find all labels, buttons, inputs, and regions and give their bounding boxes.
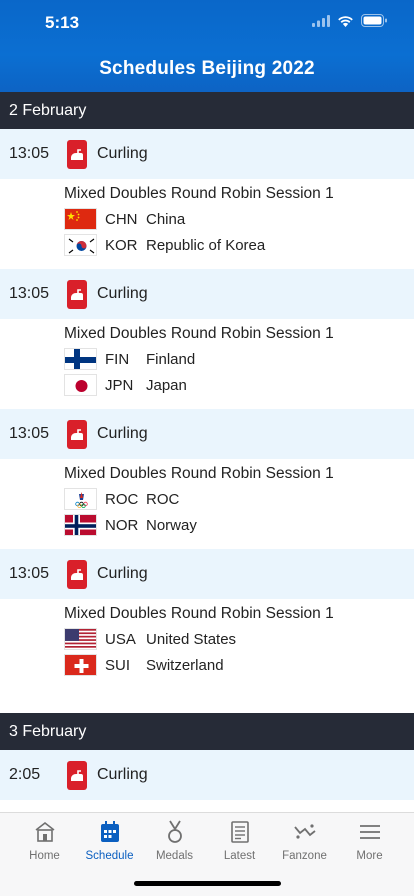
- team-row[interactable]: JPN Japan: [64, 372, 414, 398]
- team-code: SUI: [105, 656, 131, 674]
- team-row[interactable]: KOR Republic of Korea: [64, 232, 414, 258]
- china-flag-icon: [64, 208, 97, 230]
- tab-latest[interactable]: Latest: [205, 819, 274, 862]
- team-row[interactable]: NOR Norway: [64, 512, 414, 538]
- team-code: NOR: [105, 516, 139, 534]
- team-name: ROC: [146, 490, 180, 508]
- event-card[interactable]: 13:05 Curling Mixed Doubles Round Robin …: [0, 129, 414, 269]
- event-header[interactable]: 13:05 Curling: [0, 409, 414, 459]
- team-code: KOR: [105, 236, 138, 254]
- switzerland-flag-icon: [64, 654, 97, 676]
- status-icons: [312, 14, 388, 27]
- status-time: 5:13: [45, 13, 80, 32]
- event-title: Mixed Doubles Round Robin Session 1: [64, 465, 334, 482]
- event-details: Mixed Doubles Round Robin Session 1 ROC …: [0, 459, 414, 549]
- roc-flag-icon: [64, 488, 97, 510]
- event-header[interactable]: 2:05 Curling: [0, 750, 414, 800]
- tab-fanzone[interactable]: Fanzone: [270, 819, 339, 862]
- curling-icon: [67, 139, 87, 169]
- tab-medals[interactable]: Medals: [140, 819, 209, 862]
- team-code: FIN: [105, 350, 130, 368]
- calendar-icon: [100, 821, 119, 842]
- team-name: China: [146, 210, 186, 228]
- team-row[interactable]: USA United States: [64, 626, 414, 652]
- tab-schedule[interactable]: Schedule: [75, 819, 144, 862]
- tab-label: Fanzone: [282, 850, 327, 862]
- home-icon: [35, 821, 54, 842]
- menu-icon: [359, 825, 380, 839]
- team-row[interactable]: FIN Finland: [64, 346, 414, 372]
- event-details: Mixed Doubles Round Robin Session 1 USA …: [0, 599, 414, 689]
- home-indicator: [134, 881, 281, 886]
- curling-icon: [67, 279, 87, 309]
- team-row[interactable]: SUI Switzerland: [64, 652, 414, 678]
- norway-flag-icon: [64, 514, 97, 536]
- tab-label: More: [356, 850, 383, 862]
- event-time: 13:05: [9, 425, 50, 442]
- spacer: [0, 689, 414, 713]
- wifi-icon: [338, 15, 353, 27]
- tab-home[interactable]: Home: [10, 819, 79, 862]
- event-time: 2:05: [9, 766, 41, 783]
- battery-icon: [361, 14, 387, 27]
- curling-icon: [67, 760, 87, 790]
- team-name: Republic of Korea: [146, 236, 266, 254]
- team-code: USA: [105, 630, 136, 648]
- fanzone-icon: [293, 824, 316, 839]
- event-details: Mixed Doubles Round Robin Session 1 CHN …: [0, 179, 414, 269]
- team-name: Japan: [146, 376, 187, 394]
- event-title: Mixed Doubles Round Robin Session 1: [64, 185, 334, 202]
- tab-label: Home: [29, 850, 60, 862]
- event-header[interactable]: 13:05 Curling: [0, 269, 414, 319]
- usa-flag-icon: [64, 628, 97, 650]
- sport-name: Curling: [97, 145, 148, 162]
- signal-icon: [312, 14, 330, 27]
- event-title: Mixed Doubles Round Robin Session 1: [64, 605, 334, 622]
- document-icon: [230, 821, 249, 843]
- team-code: CHN: [105, 210, 138, 228]
- event-title: Mixed Doubles Round Robin Session 1: [64, 325, 334, 342]
- date-header: 3 February: [0, 713, 414, 750]
- tab-label: Schedule: [85, 850, 134, 862]
- event-time: 13:05: [9, 145, 50, 162]
- page-title: Schedules Beijing 2022: [99, 58, 315, 79]
- team-code: JPN: [105, 376, 134, 394]
- finland-flag-icon: [64, 348, 97, 370]
- korea-flag-icon: [64, 234, 97, 256]
- team-name: Switzerland: [146, 656, 224, 674]
- event-details: Mixed Doubles Round Robin Session 1 FIN …: [0, 319, 414, 409]
- team-name: Finland: [146, 350, 196, 368]
- team-row[interactable]: CHN China: [64, 206, 414, 232]
- team-name: Norway: [146, 516, 197, 534]
- event-card[interactable]: 2:05 Curling: [0, 750, 414, 800]
- event-card[interactable]: 13:05 Curling Mixed Doubles Round Robin …: [0, 409, 414, 549]
- team-code: ROC: [105, 490, 139, 508]
- event-header[interactable]: 13:05 Curling: [0, 129, 414, 179]
- sport-name: Curling: [97, 565, 148, 582]
- event-card[interactable]: 13:05 Curling Mixed Doubles Round Robin …: [0, 269, 414, 409]
- curling-icon: [67, 559, 87, 589]
- medal-icon: [167, 820, 182, 843]
- tab-label: Latest: [223, 850, 256, 862]
- tab-more[interactable]: More: [335, 819, 404, 862]
- event-time: 13:05: [9, 285, 50, 302]
- curling-icon: [67, 419, 87, 449]
- event-time: 13:05: [9, 565, 50, 582]
- sport-name: Curling: [97, 285, 148, 302]
- sport-name: Curling: [97, 766, 148, 783]
- japan-flag-icon: [64, 374, 97, 396]
- event-card[interactable]: 13:05 Curling Mixed Doubles Round Robin …: [0, 549, 414, 689]
- sport-name: Curling: [97, 425, 148, 442]
- tab-label: Medals: [155, 850, 194, 862]
- event-header[interactable]: 13:05 Curling: [0, 549, 414, 599]
- team-row[interactable]: ROC ROC: [64, 486, 414, 512]
- date-header: 2 February: [0, 92, 414, 129]
- app-header: 5:13 Schedules Beijing 2022: [0, 0, 414, 92]
- schedule-list[interactable]: 2 February 13:05 Curling Mixed Doubles R…: [0, 92, 414, 812]
- team-name: United States: [146, 630, 237, 648]
